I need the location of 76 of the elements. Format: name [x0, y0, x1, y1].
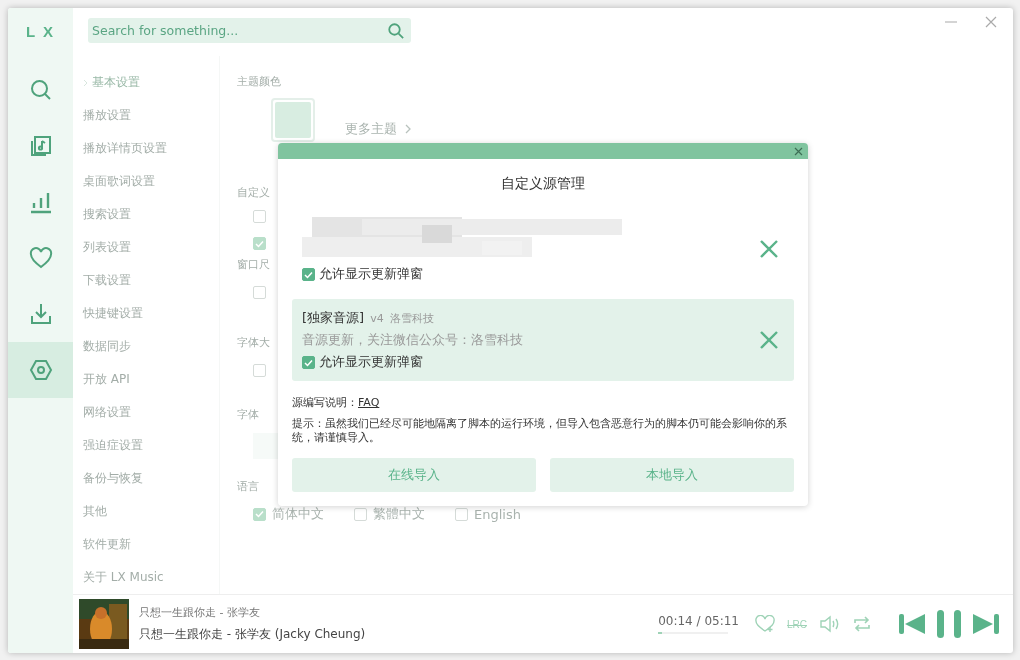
source-item[interactable]: 允许显示更新弹窗: [292, 207, 794, 291]
checkbox[interactable]: [253, 210, 266, 223]
volume-icon[interactable]: [819, 615, 841, 633]
settings-menu-item[interactable]: 桌面歌词设置: [73, 165, 219, 198]
theme-swatch[interactable]: [271, 98, 315, 142]
import-button[interactable]: 在线导入: [292, 458, 536, 493]
settings-icon: [28, 358, 53, 382]
settings-menu-item[interactable]: 基本设置: [73, 66, 219, 99]
settings-menu-item[interactable]: 快捷键设置: [73, 297, 219, 330]
source-item[interactable]: [独家音源] v4 洛雪科技 音源更新，关注微信公众号：洛雪科技 允许显示更新弹窗: [292, 299, 794, 381]
warning-note: 提示：虽然我们已经尽可能地隔离了脚本的运行环境，但导入包含恶意行为的脚本仍可能会影响你的系统，请谨慎导入。: [292, 416, 788, 445]
settings-menu-item[interactable]: 播放详情页设置: [73, 132, 219, 165]
section-title: 窗口尺: [237, 257, 270, 273]
checkbox[interactable]: [302, 268, 315, 281]
checkbox[interactable]: [253, 507, 266, 521]
heart-icon: [28, 246, 53, 270]
checkbox[interactable]: [455, 507, 468, 521]
checkbox-label: English: [474, 506, 521, 522]
remove-icon[interactable]: [760, 331, 778, 349]
previous-icon[interactable]: [899, 614, 925, 634]
settings-menu-item[interactable]: 开放 API: [73, 363, 219, 396]
faq-link[interactable]: FAQ: [358, 396, 380, 409]
settings-menu-item[interactable]: 列表设置: [73, 231, 219, 264]
settings-menu-item[interactable]: 软件更新: [73, 528, 219, 561]
settings-menu-item[interactable]: 搜索设置: [73, 198, 219, 231]
checkbox[interactable]: [302, 356, 315, 369]
section-title: 字体大: [237, 335, 270, 351]
section-title: 自定义: [237, 185, 270, 201]
settings-menu-item[interactable]: 数据同步: [73, 330, 219, 363]
settings-menu-item[interactable]: 下载设置: [73, 264, 219, 297]
search-icon: [387, 22, 405, 40]
section-title: 语言: [237, 479, 259, 495]
settings-menu-item[interactable]: 播放设置: [73, 99, 219, 132]
source-author: 洛雪科技: [389, 311, 434, 326]
music-note-icon: [28, 134, 53, 158]
chevron-icon: [83, 78, 88, 87]
more-themes-link[interactable]: 更多主题: [345, 120, 397, 138]
download-icon: [28, 302, 53, 326]
import-button[interactable]: 本地导入: [550, 458, 794, 493]
dialog-title: 自定义源管理: [500, 174, 586, 193]
source-version: v4: [370, 312, 384, 325]
bar-chart-icon: [28, 190, 53, 214]
search-icon: [28, 78, 53, 102]
app-logo: L X: [24, 22, 57, 42]
settings-menu-item[interactable]: 备份与恢复: [73, 462, 219, 495]
checkbox-label: 允许显示更新弹窗: [319, 266, 423, 283]
checkbox-label: 繁體中文: [373, 505, 425, 523]
settings-menu-item[interactable]: 其他: [73, 495, 219, 528]
settings-menu-item[interactable]: 强迫症设置: [73, 429, 219, 462]
source-description: 音源更新，关注微信公众号：洛雪科技: [302, 332, 523, 349]
source-name: [独家音源]: [302, 309, 365, 327]
close-icon[interactable]: [985, 16, 997, 28]
heart-icon[interactable]: [755, 615, 775, 633]
checkbox[interactable]: [253, 237, 266, 250]
checkbox-label: 允许显示更新弹窗: [319, 354, 423, 371]
checkbox[interactable]: [354, 507, 367, 521]
settings-menu-item[interactable]: 网络设置: [73, 396, 219, 429]
checkbox[interactable]: [253, 285, 266, 299]
checkbox[interactable]: [253, 363, 266, 377]
close-icon[interactable]: [794, 146, 803, 156]
remove-icon[interactable]: [760, 240, 778, 258]
checkbox-label: 简体中文: [272, 505, 324, 523]
song-title: 只想一生跟你走 - 张学友: [139, 605, 261, 620]
lyrics-toggle[interactable]: LRC: [787, 618, 807, 630]
settings-menu-item[interactable]: 关于 LX Music: [73, 561, 219, 594]
playback-time: 00:14 / 05:11: [658, 614, 739, 628]
repeat-icon[interactable]: [853, 615, 871, 633]
doc-label: 源编写说明：: [292, 396, 358, 409]
lyric-line: 只想一生跟你走 - 张学友 (Jacky Cheung): [139, 626, 367, 643]
chevron-icon: [405, 124, 411, 134]
search-field[interactable]: Search for something...: [88, 18, 411, 43]
next-icon[interactable]: [973, 614, 999, 634]
pause-icon[interactable]: [937, 610, 961, 638]
nav-item[interactable]: [8, 342, 73, 398]
section-title: 主题颜色: [237, 74, 281, 90]
section-title: 字体: [237, 407, 259, 423]
